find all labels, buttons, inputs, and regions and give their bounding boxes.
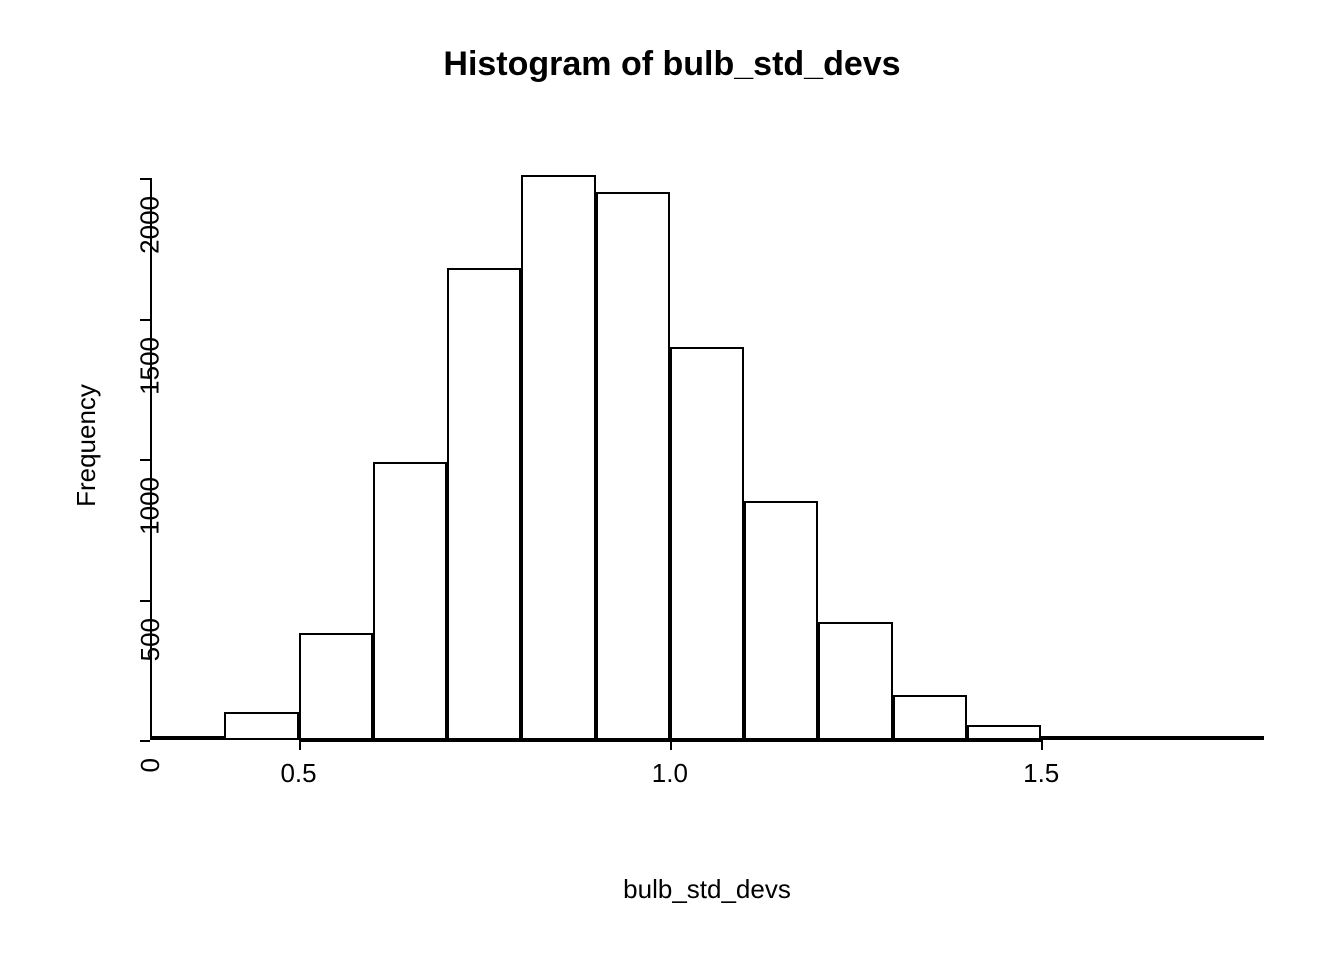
- histogram-bar: [521, 175, 595, 740]
- histogram-bar: [596, 192, 670, 740]
- histogram-bar: [893, 695, 967, 740]
- histogram-bar: [299, 633, 373, 740]
- x-axis-label: bulb_std_devs: [150, 874, 1264, 905]
- y-axis-label: Frequency: [25, 150, 148, 740]
- y-axis-tick-label: 1000: [135, 459, 166, 535]
- y-axis-tick-label: 500: [135, 600, 166, 661]
- histogram-bar: [447, 268, 521, 740]
- x-axis-tick: [1041, 740, 1043, 750]
- bars-container: [150, 150, 1264, 740]
- histogram-bar: [224, 712, 298, 740]
- y-axis-tick-label: 0: [135, 740, 166, 772]
- y-axis-tick-label: 2000: [135, 178, 166, 254]
- chart-title: Histogram of bulb_std_devs: [0, 45, 1344, 84]
- y-axis-tick-label: 1500: [135, 319, 166, 395]
- plot-area: 0.51.01.5 0500100015002000: [150, 150, 1264, 740]
- x-axis: 0.51.01.5: [150, 740, 1264, 770]
- x-axis-tick-label: 1.5: [1023, 758, 1059, 789]
- x-axis-tick: [299, 740, 301, 750]
- histogram-bar: [373, 462, 447, 740]
- histogram-bar: [744, 501, 818, 740]
- histogram-bar: [670, 347, 744, 740]
- x-axis-tick: [670, 740, 672, 750]
- histogram-bar: [818, 622, 892, 740]
- x-axis-tick-label: 1.0: [652, 758, 688, 789]
- histogram-bar: [967, 725, 1041, 740]
- histogram-chart: Histogram of bulb_std_devs Frequency 0.5…: [0, 0, 1344, 960]
- x-axis-tick-label: 0.5: [280, 758, 316, 789]
